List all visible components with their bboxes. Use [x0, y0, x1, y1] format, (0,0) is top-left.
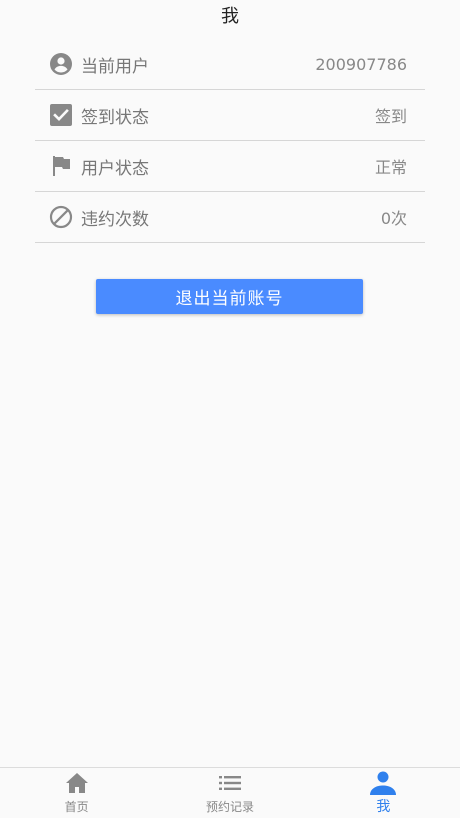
person-icon	[369, 771, 397, 795]
row-label: 签到状态	[81, 107, 149, 128]
logout-button[interactable]: 退出当前账号	[96, 279, 363, 314]
list-icon	[218, 772, 242, 794]
info-list: 当前用户 200907786 签到状态 签到 用户状态 正常 违约次数 0次	[35, 39, 425, 243]
tab-reservation-records[interactable]: 预约记录	[153, 768, 306, 818]
page-title: 我	[221, 6, 239, 27]
bottom-tab-bar: 首页 预约记录 我	[0, 767, 460, 818]
row-value: 200907786	[315, 54, 407, 74]
row-value: 正常	[374, 158, 407, 177]
checkbox-checked-icon	[49, 103, 73, 127]
account-circle-icon	[49, 52, 73, 76]
flag-icon	[49, 154, 73, 178]
row-label: 用户状态	[81, 158, 149, 179]
home-icon	[65, 772, 89, 794]
tab-label: 预约记录	[205, 800, 254, 814]
row-label: 违约次数	[81, 209, 149, 230]
row-violation-count: 违约次数 0次	[35, 192, 425, 243]
tab-home[interactable]: 首页	[0, 768, 153, 818]
block-icon	[49, 205, 73, 229]
row-value: 签到	[374, 107, 407, 126]
row-checkin-status: 签到状态 签到	[35, 90, 425, 141]
row-user-status: 用户状态 正常	[35, 141, 425, 192]
row-current-user: 当前用户 200907786	[35, 39, 425, 90]
profile-page: 我 当前用户 200907786 签到状态 签到 用户状态 正常 违约次数 0次…	[0, 0, 460, 818]
tab-label: 首页	[64, 800, 89, 814]
tab-me[interactable]: 我	[307, 768, 460, 818]
row-value: 0次	[380, 209, 407, 228]
tab-label: 我	[376, 799, 391, 815]
row-label: 当前用户	[81, 56, 149, 77]
